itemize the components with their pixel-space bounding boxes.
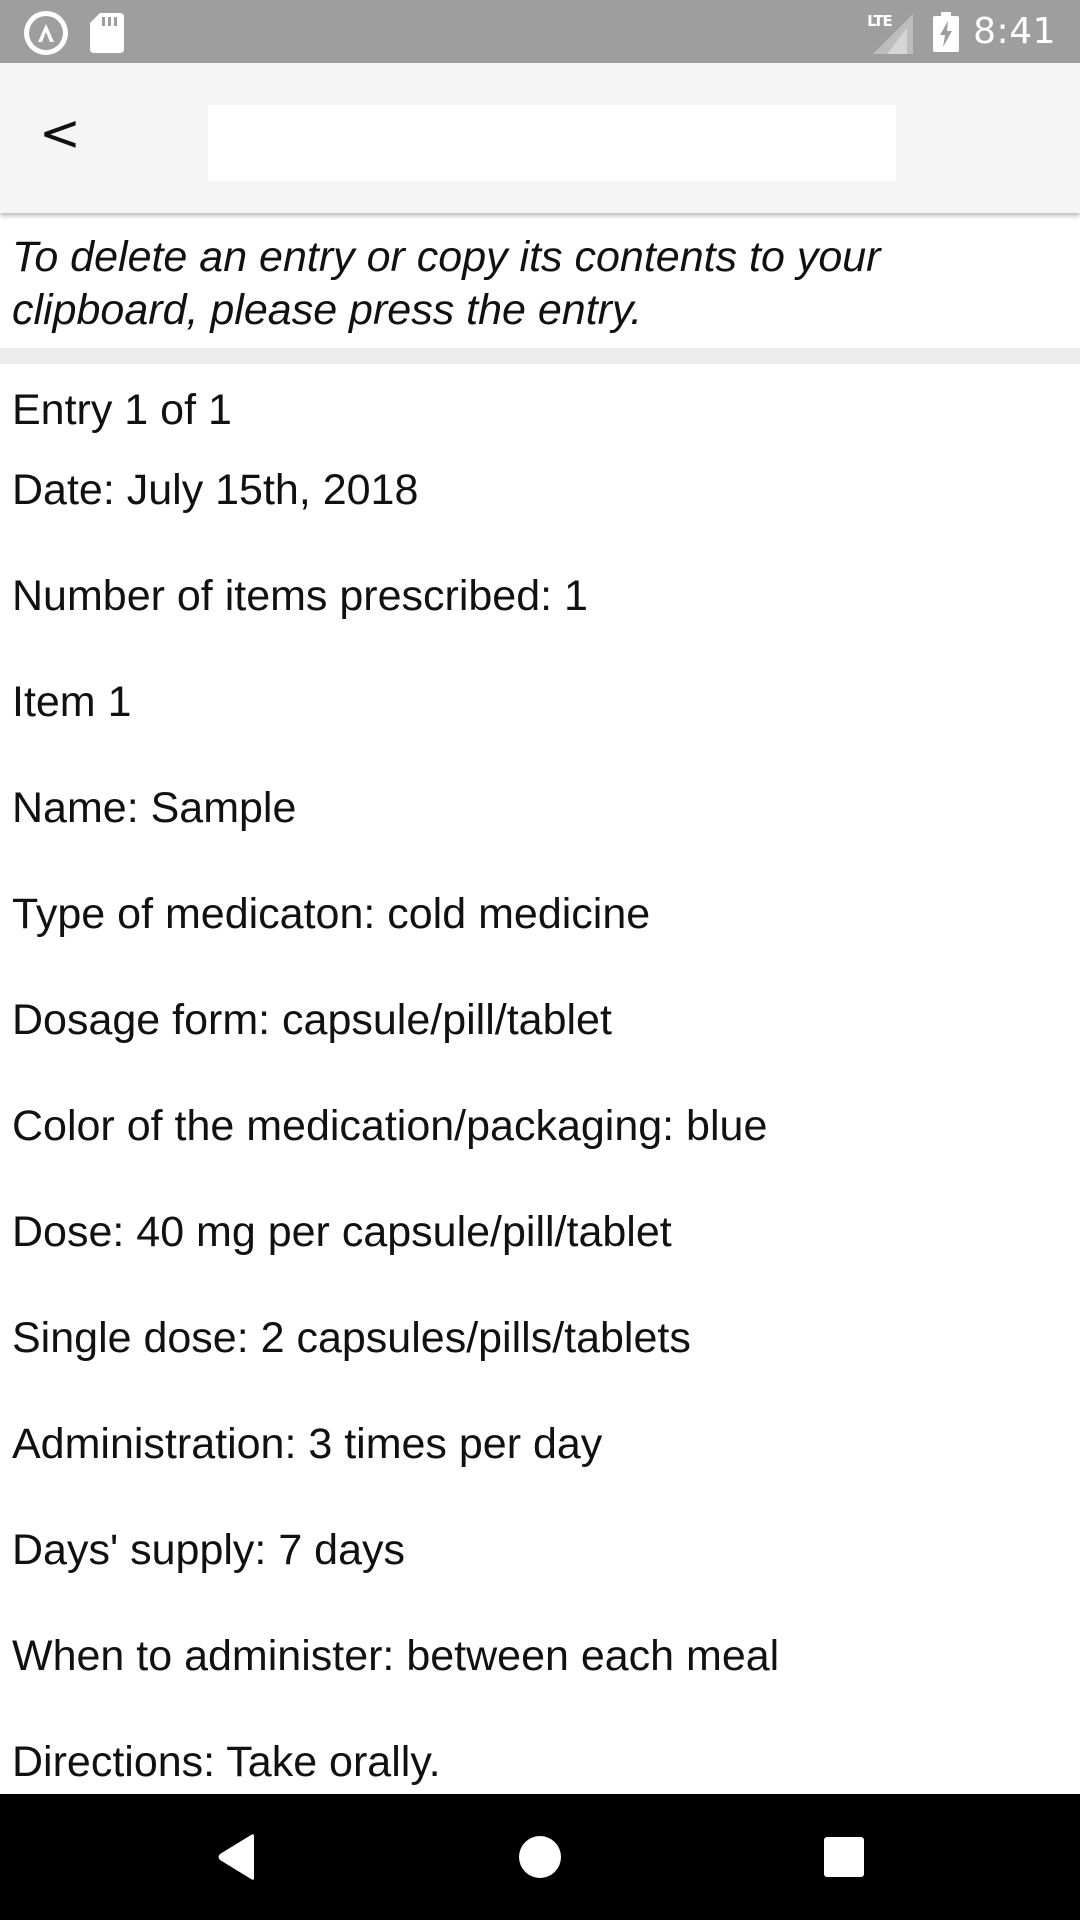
entry-medication-type: Type of medicaton: cold medicine [12, 890, 651, 938]
app-screen: LTE 8:41 < To delete an entry or copy it… [0, 0, 1080, 1920]
nav-back-button[interactable] [176, 1794, 296, 1920]
entry-color: Color of the medication/packaging: blue [12, 1102, 768, 1150]
status-bar: LTE 8:41 [0, 0, 1080, 63]
battery-charging-icon [933, 11, 960, 52]
toolbar-title-field [208, 105, 896, 181]
entry-directions: Directions: Take orally. [12, 1738, 441, 1786]
entry-dose: Dose: 40 mg per capsule/pill/tablet [12, 1208, 672, 1256]
section-divider [0, 348, 1080, 364]
entry-details-list: Date: July 15th, 2018 Number of items pr… [12, 464, 779, 1794]
instruction-text: To delete an entry or copy its contents … [0, 213, 1080, 348]
nav-recents-button[interactable] [784, 1794, 904, 1920]
status-bar-left [24, 11, 124, 55]
status-bar-right: LTE 8:41 [867, 0, 1056, 63]
toolbar: < [0, 63, 1080, 213]
entry-single-dose: Single dose: 2 capsules/pills/tablets [12, 1314, 691, 1362]
entry-counter: Entry 1 of 1 [12, 386, 232, 434]
recents-square-icon [824, 1837, 864, 1877]
sd-card-icon [90, 13, 124, 53]
entry-name: Name: Sample [12, 784, 297, 832]
prescription-entry[interactable]: Entry 1 of 1 Date: July 15th, 2018 Numbe… [0, 364, 1080, 1794]
network-type-label: LTE [867, 11, 893, 30]
nav-home-button[interactable] [480, 1794, 600, 1920]
home-circle-icon [519, 1836, 561, 1878]
entry-item-heading: Item 1 [12, 678, 132, 726]
entry-days-supply: Days' supply: 7 days [12, 1526, 406, 1574]
entry-administration: Administration: 3 times per day [12, 1420, 603, 1468]
lte-signal-icon: LTE [867, 10, 915, 54]
back-button[interactable]: < [30, 103, 90, 163]
back-triangle-icon [218, 1834, 254, 1880]
app-notification-icon [24, 11, 68, 55]
entry-items-count: Number of items prescribed: 1 [12, 572, 588, 620]
entry-dosage-form: Dosage form: capsule/pill/tablet [12, 996, 612, 1044]
status-clock: 8:41 [973, 11, 1056, 52]
entry-when-to-administer: When to administer: between each meal [12, 1632, 780, 1680]
system-navigation-bar [0, 1794, 1080, 1920]
entry-date: Date: July 15th, 2018 [12, 466, 419, 514]
